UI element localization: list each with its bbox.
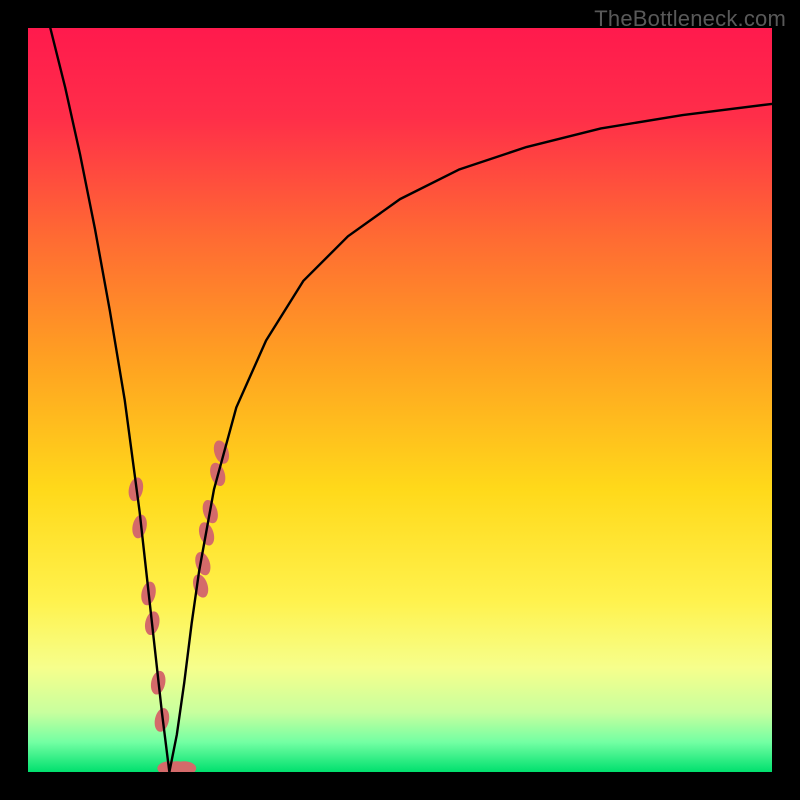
watermark-text: TheBottleneck.com xyxy=(594,6,786,32)
curve-layer xyxy=(28,28,772,772)
outer-frame: TheBottleneck.com xyxy=(0,0,800,800)
bottleneck-curve xyxy=(50,28,772,772)
plot-area xyxy=(28,28,772,772)
marker-point xyxy=(190,572,211,599)
